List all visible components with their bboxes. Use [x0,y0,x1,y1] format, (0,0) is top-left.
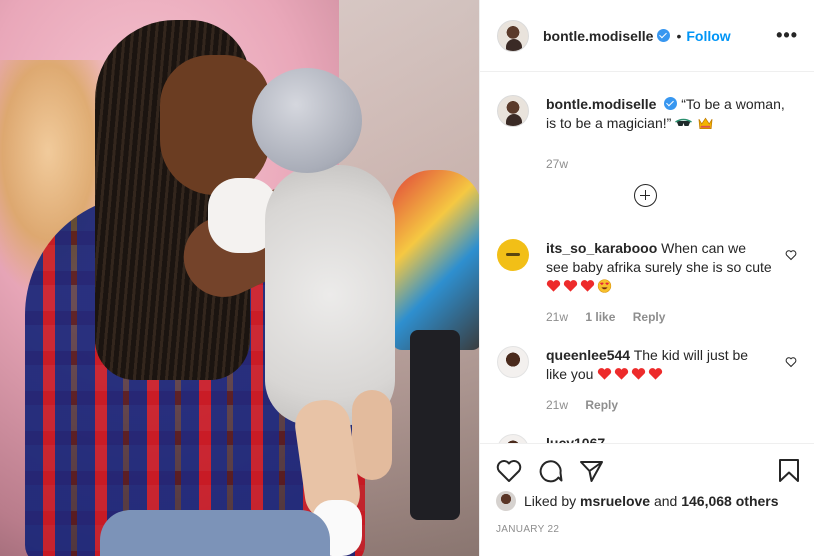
caption-timestamp: 27w [546,157,569,171]
likes-count[interactable]: 146,068 others [681,493,778,509]
comment-emojis [546,278,614,294]
commenter-avatar[interactable] [497,434,529,443]
comment-likes[interactable]: 1 like [585,310,615,324]
post-date[interactable]: JANUARY 22 [480,511,814,535]
photo-baby-body [265,165,395,425]
comment-item: lucy1067 [497,434,797,443]
commenter-avatar[interactable] [497,346,529,378]
photo-bystander [392,170,479,350]
like-comment-heart-icon[interactable] [785,249,797,261]
comment-timestamp: 21w [546,310,569,324]
save-bookmark-icon[interactable] [778,458,800,483]
red-heart-emoji-icon [615,368,629,380]
likes-summary: Liked by msruelove and 146,068 others [480,483,814,511]
sunglasses-emoji-icon [675,118,693,126]
comment-body: queenlee544 The kid will just be like yo… [546,346,772,415]
caption-username[interactable]: bontle.modiselle [546,96,656,112]
share-send-icon[interactable] [579,459,604,483]
photo-baby-leg [352,390,392,480]
photo-jeans [100,510,330,556]
photo-bystander-legs [410,330,460,520]
commenter-avatar[interactable] [497,239,529,271]
red-heart-emoji-icon [580,280,595,292]
red-heart-emoji-icon [632,368,646,380]
more-options-icon[interactable]: ••• [776,25,798,46]
reply-button[interactable]: Reply [633,310,666,324]
comment-timestamp: 21w [546,398,569,412]
author-username[interactable]: bontle.modiselle [543,28,653,44]
red-heart-emoji-icon [546,280,561,292]
follow-button[interactable]: Follow [686,28,730,44]
post-actions: Liked by msruelove and 146,068 others JA… [480,443,814,556]
red-heart-emoji-icon [649,368,663,380]
comment-username[interactable]: its_so_karabooo [546,240,657,256]
comment-body: lucy1067 [546,434,772,443]
caption: bontle.modiselle “To be a woman, is to b… [480,73,814,174]
action-icons [480,444,814,483]
comment-bubble-icon[interactable] [538,458,563,483]
heart-eyes-emoji-icon [597,279,612,293]
comment-item: its_so_karabooo When can we see baby afr… [497,239,797,327]
comment-username[interactable]: lucy1067 [546,435,605,443]
instagram-post-viewer: bontle.modiselle • Follow ••• bontle.mod… [0,0,814,556]
like-heart-icon[interactable] [496,459,522,483]
verified-badge-icon [664,97,678,110]
comments-section[interactable]: bontle.modiselle “To be a woman, is to b… [480,73,814,443]
red-heart-emoji-icon [598,368,612,380]
like-comment-heart-icon[interactable] [785,356,797,368]
comment-body: its_so_karabooo When can we see baby afr… [546,239,772,327]
post-side-panel: bontle.modiselle • Follow ••• bontle.mod… [479,0,814,556]
liked-by-label: Liked by [524,493,577,509]
comment-username[interactable]: queenlee544 [546,347,630,363]
comment-item: queenlee544 The kid will just be like yo… [497,346,797,415]
author-avatar[interactable] [497,19,529,52]
liked-and-label: and [653,493,678,509]
post-photo[interactable] [0,0,479,556]
liker-username[interactable]: msruelove [580,493,650,509]
comment-meta: 21w 1 like Reply [546,308,772,327]
caption-author-avatar[interactable] [497,95,529,127]
red-heart-emoji-icon [563,280,578,292]
caption-body: bontle.modiselle “To be a woman, is to b… [546,95,786,174]
photo-baby-head [252,68,362,173]
crown-emoji-icon [698,117,713,129]
post-header: bontle.modiselle • Follow ••• [480,0,814,72]
load-more-comments-icon[interactable] [634,184,657,207]
reply-button[interactable]: Reply [585,398,618,412]
liker-avatar[interactable] [496,491,516,511]
comment-emojis [597,366,665,382]
separator-dot: • [676,27,682,44]
verified-badge-icon [657,29,671,42]
comment-meta: 21w Reply [546,396,772,415]
